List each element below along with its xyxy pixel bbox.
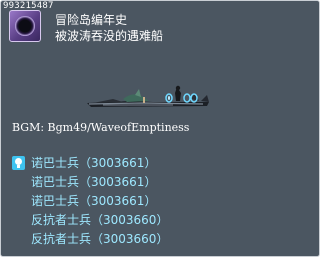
- npc-label: 反抗者士兵（3003660）: [31, 213, 169, 227]
- npc-bulb-icon: [12, 156, 25, 170]
- portal-vortex-icon: [9, 10, 41, 42]
- bgm-label: BGM: Bgm49/WaveofEmptiness: [12, 121, 190, 134]
- npc-list-item: 反抗者士兵（3003660）: [9, 211, 168, 230]
- map-name: 被波涛吞没的遇难船: [55, 29, 164, 43]
- npc-label: 诺巴士兵（3003661）: [31, 175, 157, 189]
- vortex-swirl: [15, 16, 35, 36]
- map-preview: [87, 85, 209, 107]
- npc-list-item: 反抗者士兵（3003660）: [9, 230, 168, 249]
- npc-list-item: 诺巴士兵（3003661）: [9, 192, 168, 211]
- npc-label: 诺巴士兵（3003661）: [31, 156, 157, 170]
- npc-list-item: 诺巴士兵（3003661）: [9, 173, 168, 192]
- npc-label: 诺巴士兵（3003661）: [31, 194, 157, 208]
- npc-list: 诺巴士兵（3003661） 诺巴士兵（3003661） 诺巴士兵（3003661…: [9, 154, 168, 249]
- npc-list-item: 诺巴士兵（3003661）: [9, 154, 168, 173]
- npc-label: 反抗者士兵（3003660）: [31, 232, 169, 246]
- map-region-title: 冒险岛编年史: [55, 13, 128, 27]
- map-tooltip: 993215487 冒险岛编年史 被波涛吞没的遇难船 BGM: Bgm49/Wa…: [0, 0, 320, 257]
